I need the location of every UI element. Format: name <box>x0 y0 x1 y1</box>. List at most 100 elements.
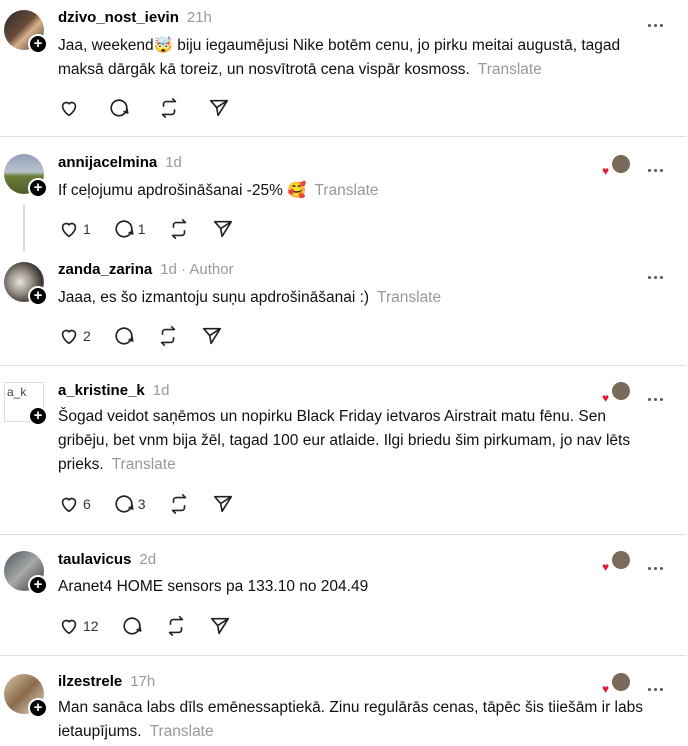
username[interactable]: taulavicus <box>58 551 131 568</box>
more-icon[interactable] <box>648 678 668 691</box>
avatar[interactable]: a_k + <box>4 382 48 426</box>
timestamp[interactable]: 1d <box>160 261 177 278</box>
translate-link[interactable]: Translate <box>478 61 542 78</box>
share-button[interactable] <box>208 97 230 119</box>
avatar[interactable]: + <box>4 551 48 595</box>
post-text-block: Jaaa, es šo izmantoju suņu apdrošināšana… <box>58 286 658 310</box>
reply-count: 3 <box>137 496 146 512</box>
comment-icon <box>115 327 134 345</box>
avatar[interactable]: + <box>4 262 48 306</box>
action-bar: 12 <box>58 614 253 638</box>
reply-button[interactable] <box>121 615 143 637</box>
like-button[interactable] <box>58 97 80 119</box>
repost-icon <box>161 98 177 118</box>
heart-icon <box>61 222 77 238</box>
author-badge: · Author <box>181 261 234 278</box>
send-icon <box>213 220 232 238</box>
repost-button[interactable] <box>157 325 179 347</box>
send-icon <box>209 99 229 117</box>
username[interactable]: zanda_zarina <box>58 261 152 278</box>
post-text-block: Man sanāca labs dīls emēnessaptiekā. Zin… <box>58 696 658 744</box>
like-button[interactable]: 1 <box>58 218 91 240</box>
post: + ilzestrele 17h ♥ Man sanāca labs dīls e… <box>0 656 686 746</box>
timestamp[interactable]: 1d <box>165 154 182 171</box>
translate-link[interactable]: Translate <box>377 289 441 306</box>
translate-link[interactable]: Translate <box>150 723 214 740</box>
repost-button[interactable] <box>168 218 190 240</box>
comment-icon <box>123 617 142 635</box>
like-count: 1 <box>83 221 91 237</box>
post-text: If ceļojumu apdrošināšanai -25% 🥰 <box>58 182 307 199</box>
post-text: Jaaa, es šo izmantoju suņu apdrošināšana… <box>58 289 370 306</box>
comment-icon <box>115 495 134 513</box>
repost-button[interactable] <box>165 615 187 637</box>
like-button[interactable]: 2 <box>58 325 91 347</box>
like-button[interactable]: 12 <box>58 615 99 637</box>
timestamp[interactable]: 1d <box>153 382 170 399</box>
heart-icon <box>61 619 77 635</box>
share-button[interactable] <box>212 218 234 240</box>
liked-by-author-indicator: ♥ <box>602 155 630 177</box>
repost-button[interactable] <box>168 493 190 515</box>
liked-by-author-indicator: ♥ <box>602 673 630 695</box>
post-text: Man sanāca labs dīls emēnessaptiekā. Zin… <box>58 699 643 740</box>
more-icon[interactable] <box>648 14 668 27</box>
more-icon[interactable] <box>648 266 668 279</box>
share-button[interactable] <box>209 615 231 637</box>
action-bar: 6 3 <box>58 492 256 516</box>
avatar[interactable]: + <box>4 154 48 198</box>
timestamp[interactable]: 21h <box>187 9 212 26</box>
thread-line <box>23 205 25 251</box>
username[interactable]: dzivo_nost_ievin <box>58 9 179 26</box>
repost-icon <box>160 326 176 346</box>
liked-by-author-indicator: ♥ <box>602 382 630 404</box>
share-button[interactable] <box>212 493 234 515</box>
heart-icon: ♥ <box>602 682 610 696</box>
heart-icon <box>61 101 77 117</box>
repost-icon <box>168 616 183 636</box>
follow-plus-icon[interactable]: + <box>28 575 48 595</box>
more-icon[interactable] <box>648 159 668 172</box>
repost-button[interactable] <box>158 97 180 119</box>
repost-icon <box>171 219 186 239</box>
username[interactable]: ilzestrele <box>58 673 122 690</box>
follow-plus-icon[interactable]: + <box>28 34 48 54</box>
follow-plus-icon[interactable]: + <box>28 286 48 306</box>
translate-link[interactable]: Translate <box>314 182 378 199</box>
heart-icon: ♥ <box>602 164 610 178</box>
follow-plus-icon[interactable]: + <box>28 178 48 198</box>
more-icon[interactable] <box>648 557 668 570</box>
avatar-alt-text: a_k <box>7 385 27 399</box>
like-count: 6 <box>83 496 91 512</box>
translate-link[interactable]: Translate <box>112 456 176 473</box>
liked-by-author-indicator: ♥ <box>602 551 630 573</box>
avatar[interactable]: + <box>4 10 48 54</box>
avatar[interactable]: + <box>4 674 48 718</box>
reply-button[interactable]: 1 <box>113 218 146 240</box>
more-icon[interactable] <box>648 388 668 401</box>
reply-button[interactable]: 3 <box>113 493 146 515</box>
post-text-block: Jaa, weekend🤯 biju iegaumējusi Nike botē… <box>58 34 658 82</box>
post: + taulavicus 2d ♥ Aranet4 HOME sensors pa… <box>0 535 686 655</box>
post-text: Aranet4 HOME sensors pa 133.10 no 204.49 <box>58 578 369 595</box>
like-button[interactable]: 6 <box>58 493 91 515</box>
heart-icon: ♥ <box>602 391 610 405</box>
username[interactable]: annijacelmina <box>58 154 157 171</box>
timestamp[interactable]: 2d <box>139 551 156 568</box>
action-bar: 2 <box>58 324 245 348</box>
post: + annijacelmina 1d ♥ If ceļojumu apdrošin… <box>0 137 686 251</box>
post: + zanda_zarina 1d · Author Jaaa, es šo iz… <box>0 246 686 365</box>
timestamp[interactable]: 17h <box>130 673 155 690</box>
follow-plus-icon[interactable]: + <box>28 698 48 718</box>
username[interactable]: a_kristine_k <box>58 382 145 399</box>
heart-icon <box>61 497 77 513</box>
heart-icon <box>61 329 77 345</box>
reply-button[interactable] <box>113 325 135 347</box>
reply-button[interactable] <box>108 97 130 119</box>
post-text-block: Aranet4 HOME sensors pa 133.10 no 204.49 <box>58 575 658 599</box>
like-count: 12 <box>83 618 99 634</box>
follow-plus-icon[interactable]: + <box>28 406 48 426</box>
share-button[interactable] <box>201 325 223 347</box>
heart-icon: ♥ <box>602 560 610 574</box>
action-bar <box>58 96 252 120</box>
